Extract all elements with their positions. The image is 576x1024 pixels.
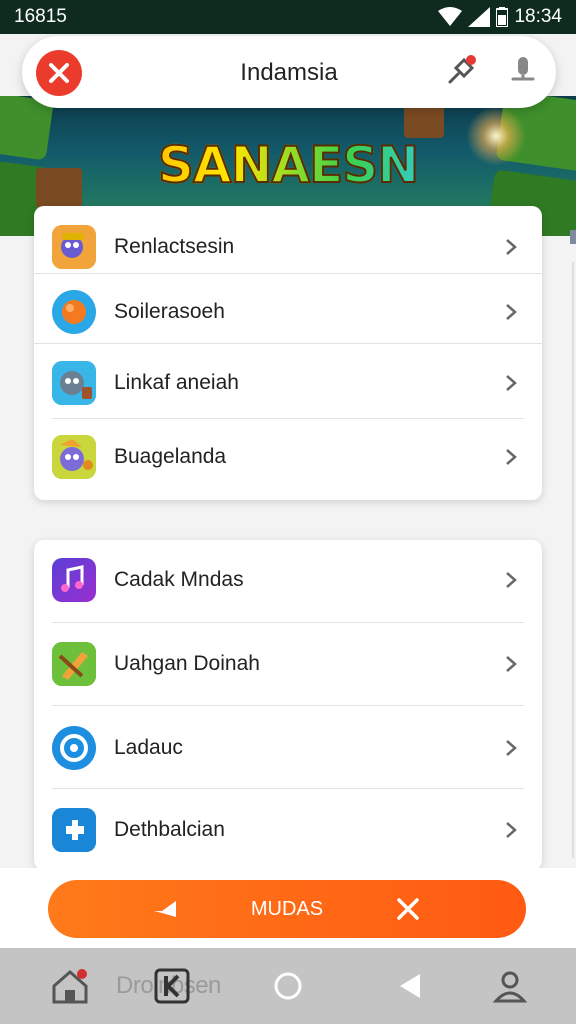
circle-icon	[274, 972, 302, 1000]
person-icon	[493, 971, 527, 1003]
top-bar: Indamsia	[22, 36, 556, 108]
nav-profile-button[interactable]	[488, 964, 532, 1008]
list-item-label: Uahgan Doinah	[114, 652, 260, 675]
back-triangle-icon	[400, 974, 420, 998]
game-robot-icon	[52, 361, 96, 405]
apps-card-1: Renlactsesin Soilerasoeh Linkaf aneiah B…	[34, 206, 542, 500]
game-character-icon	[52, 225, 96, 269]
list-item[interactable]: Linkaf aneiah	[34, 348, 542, 418]
orange-ball-icon	[52, 290, 96, 334]
divider	[52, 788, 524, 789]
list-item[interactable]: Uahgan Doinah	[34, 628, 542, 700]
list-item-label: Ladauc	[114, 736, 183, 759]
pin-icon	[448, 55, 476, 84]
chevron-right-icon	[506, 572, 517, 588]
chevron-right-icon	[506, 740, 517, 756]
chevron-right-icon	[506, 449, 517, 465]
wifi-icon	[438, 7, 463, 27]
list-item-label: Renlactsesin	[114, 235, 235, 258]
navigation-bar: Drolnbsen	[0, 948, 576, 1024]
music-note-icon	[52, 558, 96, 602]
list-item-label: Dethbalcian	[114, 818, 225, 841]
chevron-right-icon	[506, 822, 517, 838]
divider	[34, 273, 542, 274]
microphone-button[interactable]	[502, 50, 544, 92]
game-bird-icon	[52, 435, 96, 479]
megaphone-icon	[154, 901, 176, 917]
list-item[interactable]: Renlactsesin	[34, 218, 542, 276]
microphone-icon	[511, 57, 535, 81]
close-icon[interactable]	[394, 895, 422, 923]
list-item-label: Soilerasoeh	[114, 300, 225, 323]
pin-button[interactable]	[440, 50, 482, 92]
nav-home-button[interactable]	[48, 964, 92, 1008]
divider	[52, 705, 524, 706]
nav-back-button[interactable]	[388, 964, 432, 1008]
scroll-indicator	[570, 230, 576, 244]
list-item-label: Buagelanda	[114, 445, 227, 468]
list-item-label: Linkaf aneiah	[114, 371, 239, 394]
list-item-label: Cadak Mndas	[114, 568, 244, 591]
scroll-track	[572, 262, 574, 858]
target-circle-icon	[52, 726, 96, 770]
list-item[interactable]: Ladauc	[34, 712, 542, 784]
action-area: MUDAS	[0, 868, 576, 948]
divider	[52, 622, 524, 623]
chevron-right-icon	[506, 375, 517, 391]
chevron-right-icon	[506, 239, 517, 255]
signal-icon	[468, 7, 491, 27]
list-item[interactable]: Dethbalcian	[34, 794, 542, 866]
chevron-right-icon	[506, 656, 517, 672]
pencil-ruler-icon	[52, 642, 96, 686]
puzzle-plus-icon	[52, 808, 96, 852]
battery-icon	[496, 7, 509, 27]
banner-hut-right	[404, 104, 444, 138]
banner-logo: SANAESN	[0, 135, 576, 195]
list-item[interactable]: Soilerasoeh	[34, 278, 542, 346]
recents-icon	[154, 968, 190, 1004]
status-bar: 16815 18:34	[0, 0, 576, 34]
nav-recents-button[interactable]	[150, 964, 194, 1008]
status-time-left: 16815	[14, 6, 67, 27]
status-time-right: 18:34	[514, 6, 562, 27]
divider	[52, 418, 524, 419]
action-label: MUDAS	[250, 897, 324, 920]
apps-card-2: Cadak Mndas Uahgan Doinah Ladauc Dethbal…	[34, 540, 542, 870]
home-icon	[52, 969, 88, 1004]
nav-home-circle-button[interactable]	[266, 964, 310, 1008]
mudas-button[interactable]: MUDAS	[48, 880, 526, 938]
list-item[interactable]: Buagelanda	[34, 422, 542, 492]
status-icons: 18:34	[438, 6, 562, 28]
list-item[interactable]: Cadak Mndas	[34, 548, 542, 612]
chevron-right-icon	[506, 304, 517, 320]
divider	[34, 343, 542, 344]
